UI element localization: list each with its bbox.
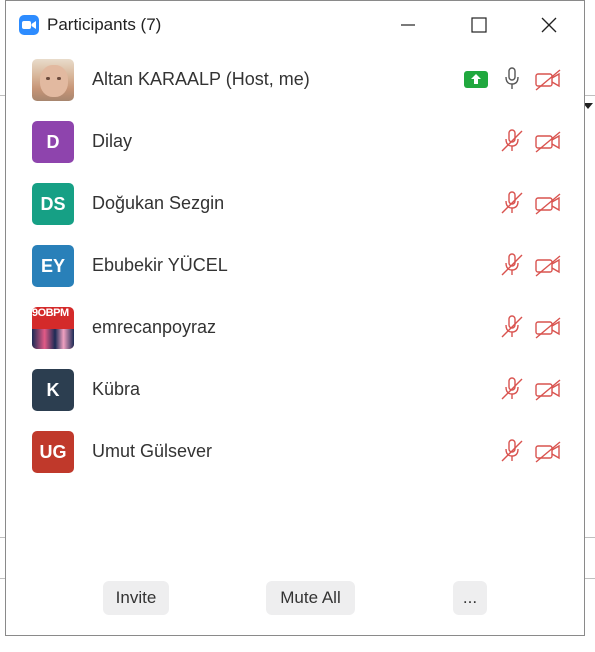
participants-window: Participants (7) Altan KARAALP (Host, me…: [5, 0, 585, 636]
video-off-icon[interactable]: [534, 131, 562, 153]
avatar: K: [32, 369, 74, 411]
participant-row[interactable]: D Dilay: [6, 111, 584, 173]
avatar-initials: D: [46, 131, 60, 152]
avatar: DS: [32, 183, 74, 225]
background-divider-lower-right: [585, 537, 595, 538]
more-options-button[interactable]: ...: [453, 581, 487, 615]
window-title: Participants (7): [47, 15, 162, 34]
avatar-initials: K: [46, 379, 60, 400]
avatar-eye: [46, 77, 50, 80]
participant-row[interactable]: Altan KARAALP (Host, me): [6, 49, 584, 111]
participant-name: Doğukan Sezgin: [92, 193, 225, 213]
video-off-icon[interactable]: [534, 441, 562, 463]
close-icon: [541, 17, 557, 33]
video-off-icon[interactable]: [534, 255, 562, 277]
avatar: 9OBPM: [32, 307, 74, 349]
microphone-muted-icon[interactable]: [500, 129, 524, 153]
avatar: D: [32, 121, 74, 163]
video-off-icon[interactable]: [534, 69, 562, 91]
zoom-camera-icon: [19, 15, 39, 35]
participant-row[interactable]: K Kübra: [6, 359, 584, 421]
title-bar[interactable]: Participants (7): [6, 1, 584, 49]
background-divider-bottom-right: [585, 578, 595, 579]
share-screen-icon: [464, 71, 488, 88]
avatar-initials: EY: [40, 255, 65, 276]
avatar-photo: [32, 329, 74, 349]
participant-row[interactable]: DS Doğukan Sezgin: [6, 173, 584, 235]
microphone-muted-icon[interactable]: [500, 253, 524, 277]
avatar-initials: DS: [40, 193, 66, 214]
minimize-icon: [401, 24, 415, 26]
microphone-muted-icon[interactable]: [500, 439, 524, 463]
avatar: EY: [32, 245, 74, 287]
video-off-icon[interactable]: [534, 193, 562, 215]
avatar: UG: [32, 431, 74, 473]
video-off-icon[interactable]: [534, 379, 562, 401]
background-divider-right: [585, 95, 595, 96]
participant-row[interactable]: 9OBPM emrecanpoyraz: [6, 297, 584, 359]
mute-all-button[interactable]: Mute All: [266, 581, 355, 615]
avatar-eye: [57, 77, 61, 80]
participant-row[interactable]: UG Umut Gülsever: [6, 421, 584, 483]
maximize-button[interactable]: [457, 9, 501, 41]
minimize-button[interactable]: [386, 9, 430, 41]
participant-name: Kübra: [92, 379, 141, 399]
avatar-initials: UG: [39, 441, 67, 462]
participant-row[interactable]: EY Ebubekir YÜCEL: [6, 235, 584, 297]
microphone-muted-icon[interactable]: [500, 191, 524, 215]
invite-button[interactable]: Invite: [103, 581, 169, 615]
participant-name: emrecanpoyraz: [92, 317, 217, 337]
microphone-icon[interactable]: [503, 67, 521, 91]
participant-name: Dilay: [92, 131, 133, 151]
maximize-icon: [471, 17, 487, 33]
avatar-photo-text: 9OBPM: [32, 307, 69, 319]
microphone-muted-icon[interactable]: [500, 377, 524, 401]
participant-name: Altan KARAALP (Host, me): [92, 69, 310, 89]
participant-name: Umut Gülsever: [92, 441, 213, 461]
microphone-muted-icon[interactable]: [500, 315, 524, 339]
participant-name: Ebubekir YÜCEL: [92, 255, 228, 275]
avatar: [32, 59, 74, 101]
video-off-icon[interactable]: [534, 317, 562, 339]
avatar-photo: [40, 65, 68, 97]
close-button[interactable]: [527, 9, 571, 41]
